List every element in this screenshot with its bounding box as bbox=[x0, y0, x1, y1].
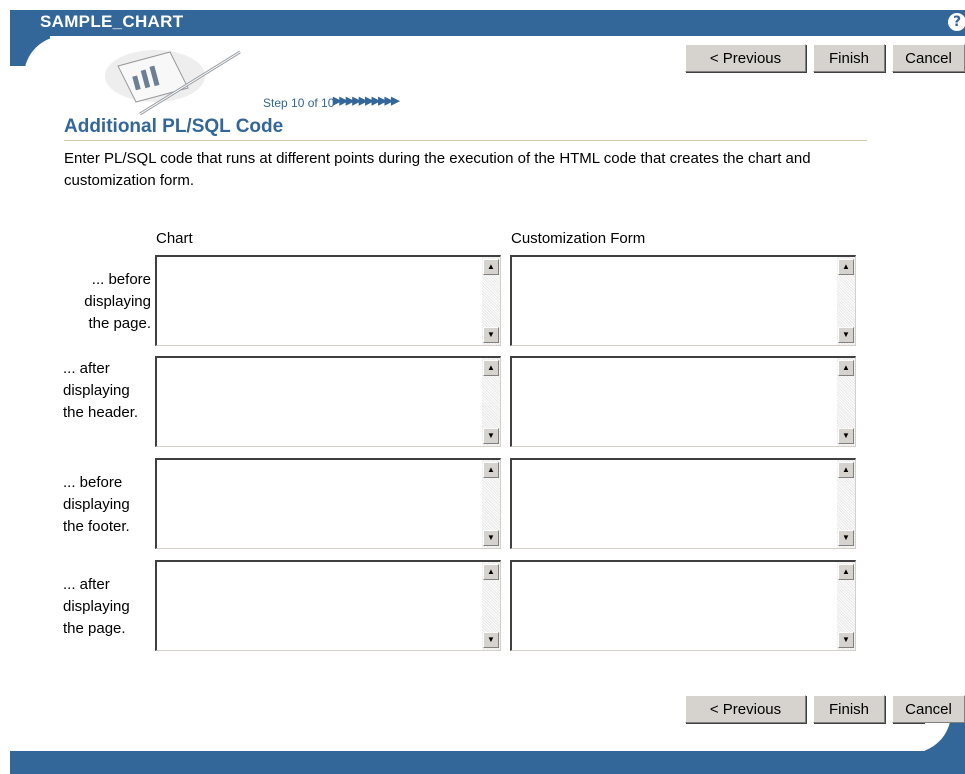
scroll-up-icon[interactable]: ▲ bbox=[483, 462, 499, 478]
scroll-down-icon[interactable]: ▼ bbox=[838, 428, 854, 444]
heading-divider bbox=[64, 140, 867, 141]
row-label-after-page: ... after displaying the page. bbox=[63, 576, 130, 637]
scroll-down-icon[interactable]: ▼ bbox=[838, 530, 854, 546]
scroll-down-icon[interactable]: ▼ bbox=[483, 428, 499, 444]
textarea-scrollbar[interactable]: ▲ ▼ bbox=[482, 257, 500, 345]
page-description: Enter PL/SQL code that runs at different… bbox=[64, 150, 811, 189]
scroll-up-icon[interactable]: ▲ bbox=[483, 259, 499, 275]
scroll-up-icon[interactable]: ▲ bbox=[838, 259, 854, 275]
scroll-down-icon[interactable]: ▼ bbox=[838, 327, 854, 343]
scroll-down-icon[interactable]: ▼ bbox=[483, 327, 499, 343]
scroll-up-icon[interactable]: ▲ bbox=[483, 360, 499, 376]
chart-after-header-textarea[interactable]: ▲ ▼ bbox=[155, 356, 501, 447]
scroll-down-icon[interactable]: ▼ bbox=[483, 530, 499, 546]
finish-button-top[interactable]: Finish bbox=[813, 44, 885, 72]
scroll-up-icon[interactable]: ▲ bbox=[483, 564, 499, 580]
footer-curve bbox=[925, 723, 965, 753]
row-label-after-header: ... after displaying the header. bbox=[63, 360, 139, 421]
header-curve bbox=[10, 36, 84, 76]
previous-button-top[interactable]: < Previous bbox=[685, 44, 806, 72]
textarea-scrollbar[interactable]: ▲ ▼ bbox=[837, 358, 855, 446]
chart-before-footer-textarea[interactable]: ▲ ▼ bbox=[155, 458, 501, 549]
scroll-down-icon[interactable]: ▼ bbox=[483, 632, 499, 648]
chart-after-page-textarea[interactable]: ▲ ▼ bbox=[155, 560, 501, 651]
scroll-up-icon[interactable]: ▲ bbox=[838, 564, 854, 580]
chart-column-header: Chart bbox=[156, 230, 193, 247]
textarea-scrollbar[interactable]: ▲ ▼ bbox=[837, 562, 855, 650]
cancel-button-top[interactable]: Cancel bbox=[892, 44, 965, 72]
scroll-up-icon[interactable]: ▲ bbox=[838, 462, 854, 478]
app-title: SAMPLE_CHART bbox=[40, 12, 184, 31]
textarea-scrollbar[interactable]: ▲ ▼ bbox=[837, 257, 855, 345]
chart-wizard-logo-icon bbox=[105, 50, 241, 116]
form-after-header-textarea[interactable]: ▲ ▼ bbox=[510, 356, 856, 447]
row-label-before-footer: ... before displaying the footer. bbox=[63, 474, 130, 535]
page-title: Additional PL/SQL Code bbox=[64, 116, 284, 137]
title-bar: SAMPLE_CHART ? bbox=[10, 10, 965, 36]
textarea-scrollbar[interactable]: ▲ ▼ bbox=[482, 460, 500, 548]
form-before-footer-textarea[interactable]: ▲ ▼ bbox=[510, 458, 856, 549]
step-indicator: Step 10 of 10 bbox=[263, 96, 335, 110]
form-before-page-textarea[interactable]: ▲ ▼ bbox=[510, 255, 856, 346]
chart-before-page-textarea[interactable]: ▲ ▼ bbox=[155, 255, 501, 346]
finish-button-bottom[interactable]: Finish bbox=[813, 695, 885, 723]
textarea-scrollbar[interactable]: ▲ ▼ bbox=[837, 460, 855, 548]
textarea-scrollbar[interactable]: ▲ ▼ bbox=[482, 562, 500, 650]
scroll-up-icon[interactable]: ▲ bbox=[838, 360, 854, 376]
footer-bar bbox=[10, 751, 965, 774]
customization-column-header: Customization Form bbox=[511, 230, 646, 247]
help-icon[interactable]: ? bbox=[948, 13, 965, 31]
cancel-button-bottom[interactable]: Cancel bbox=[892, 695, 965, 723]
scroll-down-icon[interactable]: ▼ bbox=[838, 632, 854, 648]
previous-button-bottom[interactable]: < Previous bbox=[685, 695, 806, 723]
row-label-before-page: ... before displaying the page. bbox=[84, 271, 151, 332]
form-after-page-textarea[interactable]: ▲ ▼ bbox=[510, 560, 856, 651]
step-progress-arrows: ▶▶▶▶▶▶▶▶▶▶ bbox=[333, 95, 400, 107]
textarea-scrollbar[interactable]: ▲ ▼ bbox=[482, 358, 500, 446]
